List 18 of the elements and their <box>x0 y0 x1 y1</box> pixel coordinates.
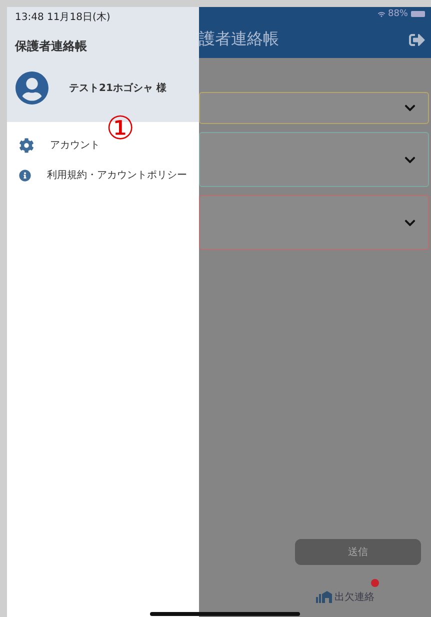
menu-item[interactable]: 利用規約・アカウントポリシー <box>7 160 199 190</box>
wifi-icon <box>378 10 385 18</box>
battery-icon <box>411 11 425 17</box>
user-avatar-icon <box>15 71 49 105</box>
chevron-down-icon <box>404 102 416 114</box>
building-icon <box>316 591 332 603</box>
user-name: テスト21ホゴシャ 様 <box>69 82 166 95</box>
collapsed-card[interactable] <box>199 132 429 187</box>
annotation-number: ① <box>106 112 135 144</box>
battery-percent: 88% <box>388 9 408 19</box>
info-icon <box>19 168 31 182</box>
app-title: 護者連絡帳 <box>199 29 279 50</box>
settings-icon <box>19 138 34 152</box>
collapsed-card[interactable] <box>199 92 429 124</box>
drawer-title: 保護者連絡帳 <box>15 38 88 55</box>
collapsed-card[interactable] <box>199 195 429 250</box>
logout-icon[interactable] <box>409 32 425 48</box>
status-time: 13:48 11月18日(木) <box>15 10 112 24</box>
